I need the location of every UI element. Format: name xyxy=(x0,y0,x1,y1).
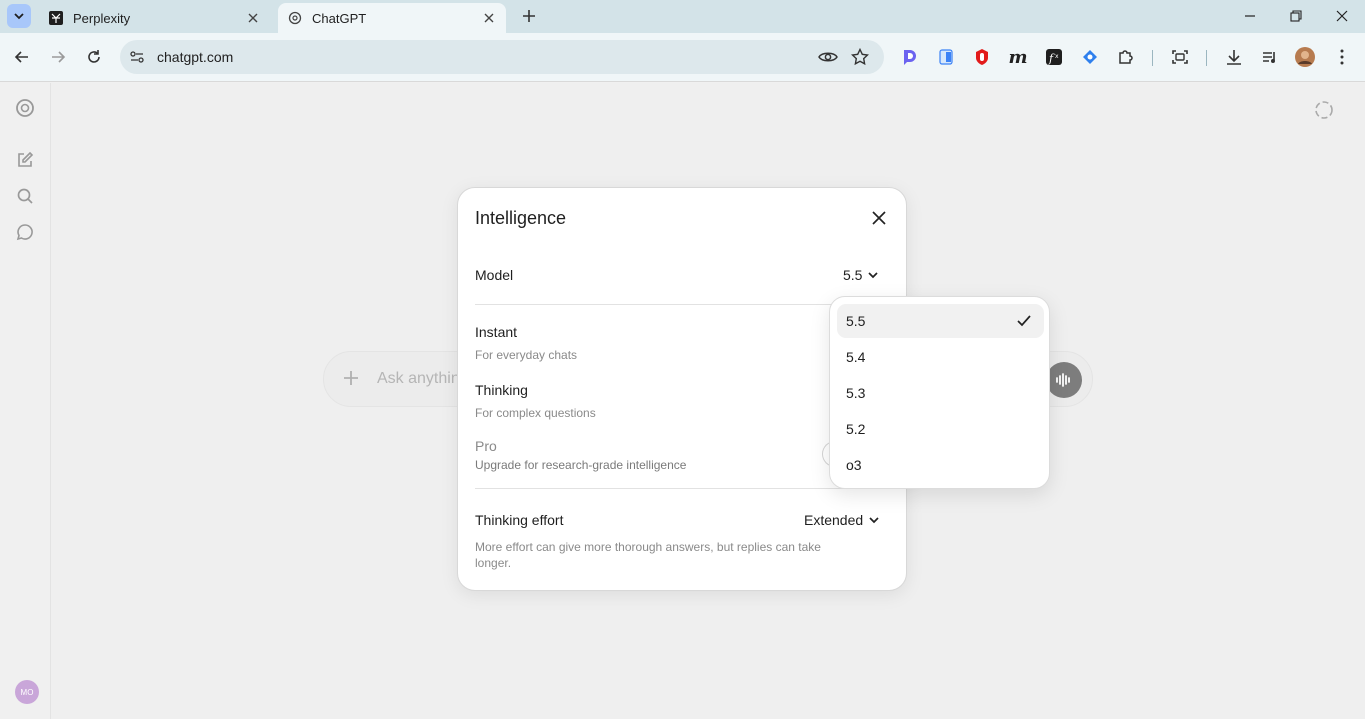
bookmark-star-icon[interactable] xyxy=(850,47,870,71)
search-icon[interactable] xyxy=(15,186,35,206)
browser-menu-icon[interactable] xyxy=(1331,46,1353,68)
minimize-button[interactable] xyxy=(1240,6,1260,26)
tab-strip: Perplexity ChatGPT xyxy=(0,0,1365,33)
mode-instant-desc: For everyday chats xyxy=(475,348,578,362)
reload-button[interactable] xyxy=(83,46,105,68)
divider xyxy=(475,488,890,489)
extension-function-icon[interactable]: fx xyxy=(1043,46,1065,68)
model-value: 5.5 xyxy=(843,267,863,283)
download-icon[interactable] xyxy=(1223,46,1245,68)
svg-text:x: x xyxy=(1055,53,1059,60)
model-option[interactable]: 5.2 xyxy=(837,412,1044,446)
waveform-icon xyxy=(1056,373,1070,387)
screenshot-icon[interactable] xyxy=(1169,46,1191,68)
sidebar: MO xyxy=(0,83,51,719)
model-option[interactable]: 5.5 xyxy=(837,304,1044,338)
mode-pro-desc: Upgrade for research-grade intelligence xyxy=(475,458,687,472)
restore-button[interactable] xyxy=(1286,6,1306,26)
mode-pro-label: Pro xyxy=(475,438,497,454)
model-label: Model xyxy=(475,267,514,283)
eye-icon[interactable] xyxy=(818,48,838,71)
extension-hand-icon[interactable] xyxy=(971,46,993,68)
mode-thinking-label[interactable]: Thinking xyxy=(475,382,528,398)
toolbar-divider xyxy=(1152,50,1153,66)
minimize-icon xyxy=(1245,15,1255,17)
extension-tag-icon[interactable] xyxy=(1079,46,1101,68)
user-avatar[interactable]: MO xyxy=(15,680,39,704)
chevron-down-icon xyxy=(868,272,879,279)
tab-perplexity[interactable]: Perplexity xyxy=(38,3,270,33)
profile-avatar[interactable] xyxy=(1294,46,1316,68)
openai-logo-icon[interactable] xyxy=(15,98,35,118)
chevron-down-icon xyxy=(869,517,879,524)
voice-mode-button[interactable] xyxy=(1046,362,1082,398)
thinking-effort-select[interactable]: Extended xyxy=(804,512,880,528)
attach-plus-icon[interactable] xyxy=(342,369,360,392)
chat-bubble-icon[interactable] xyxy=(15,222,35,242)
close-icon xyxy=(872,211,886,225)
model-option[interactable]: 5.3 xyxy=(837,376,1044,410)
tab-title: Perplexity xyxy=(73,10,131,26)
model-option-label: 5.3 xyxy=(846,385,866,401)
extension-notes-icon[interactable] xyxy=(935,46,957,68)
tab-search-button[interactable] xyxy=(7,4,31,28)
site-info-icon[interactable] xyxy=(129,49,145,70)
tab-title: ChatGPT xyxy=(312,10,367,26)
window-close-button[interactable] xyxy=(1332,6,1352,26)
model-option-label: 5.2 xyxy=(846,421,866,437)
mode-instant-label[interactable]: Instant xyxy=(475,324,517,340)
model-option-label: 5.4 xyxy=(846,349,866,365)
close-icon xyxy=(1336,10,1348,22)
toolbar-divider xyxy=(1206,50,1207,66)
thinking-effort-desc: More effort can give more thorough answe… xyxy=(475,540,821,570)
new-chat-icon[interactable] xyxy=(15,150,35,170)
thinking-effort-label: Thinking effort xyxy=(475,512,564,528)
reload-icon xyxy=(88,50,100,63)
back-button[interactable] xyxy=(11,46,33,68)
model-option-label: 5.5 xyxy=(846,313,866,329)
divider xyxy=(475,304,890,305)
extension-m-icon[interactable]: m xyxy=(1007,46,1029,68)
model-option[interactable]: o3 xyxy=(837,448,1044,482)
dialog-close-button[interactable] xyxy=(868,207,890,229)
close-icon[interactable] xyxy=(482,11,496,25)
model-select[interactable]: 5.5 xyxy=(843,267,879,283)
temporary-chat-icon[interactable] xyxy=(1313,99,1335,121)
model-dropdown: 5.5 5.4 5.3 5.2 o3 xyxy=(829,296,1050,489)
extension-d-icon[interactable] xyxy=(899,46,921,68)
effort-value: Extended xyxy=(804,512,864,528)
model-option-label: o3 xyxy=(846,457,862,473)
media-control-icon[interactable] xyxy=(1259,46,1281,68)
tab-chatgpt[interactable]: ChatGPT xyxy=(278,3,506,33)
back-arrow-icon xyxy=(14,51,28,63)
close-icon[interactable] xyxy=(246,11,260,25)
forward-arrow-icon xyxy=(52,51,66,63)
plus-icon xyxy=(523,10,535,22)
new-tab-button[interactable] xyxy=(519,6,539,26)
url-text[interactable]: chatgpt.com xyxy=(157,49,233,65)
checkmark-icon xyxy=(1017,315,1031,327)
composer-placeholder[interactable]: Ask anythin xyxy=(377,370,460,388)
perplexity-icon xyxy=(48,10,64,26)
restore-icon xyxy=(1290,10,1302,22)
chevron-down-icon xyxy=(14,13,24,20)
mode-thinking-desc: For complex questions xyxy=(475,406,596,420)
extensions-puzzle-icon[interactable] xyxy=(1115,46,1137,68)
dialog-title: Intelligence xyxy=(475,208,567,228)
browser-toolbar: chatgpt.com m fx xyxy=(0,33,1365,82)
model-option[interactable]: 5.4 xyxy=(837,340,1044,374)
forward-button[interactable] xyxy=(47,46,69,68)
openai-icon xyxy=(287,10,303,26)
address-bar[interactable]: chatgpt.com xyxy=(120,40,884,74)
